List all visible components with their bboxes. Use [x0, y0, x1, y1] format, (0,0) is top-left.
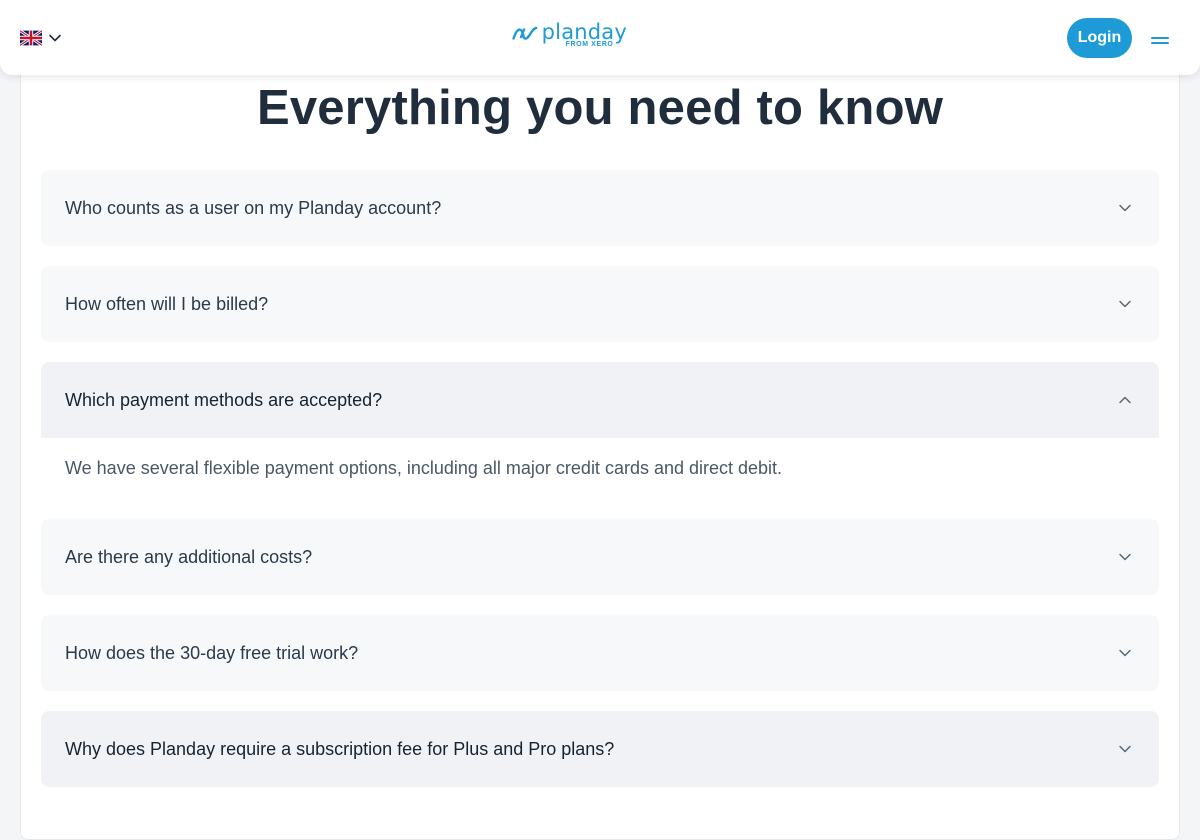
faq-item-subscription-fee[interactable]: Why does Planday require a subscription …: [41, 711, 1159, 787]
planday-logo[interactable]: planday FROM XERO: [512, 22, 627, 52]
faq-question: Are there any additional costs?: [65, 547, 313, 567]
logo-text: planday FROM XERO: [541, 20, 627, 49]
chevron-down-icon: [1119, 300, 1131, 308]
faq-item-users[interactable]: Who counts as a user on my Planday accou…: [41, 170, 1159, 246]
faq-item-billing[interactable]: How often will I be billed?: [41, 266, 1159, 342]
menu-button[interactable]: [1148, 30, 1172, 50]
faq-question: How often will I be billed?: [65, 294, 269, 314]
language-selector[interactable]: [20, 28, 62, 48]
faq-question: Who counts as a user on my Planday accou…: [65, 198, 442, 218]
chevron-down-icon: [1119, 204, 1131, 212]
chevron-down-icon: [1119, 649, 1131, 657]
faq-question: Why does Planday require a subscription …: [65, 739, 615, 759]
chevron-down-icon: [1119, 745, 1131, 753]
faq-question: Which payment methods are accepted?: [65, 390, 383, 410]
chevron-down-icon: [49, 34, 61, 42]
faq-item-free-trial[interactable]: How does the 30-day free trial work?: [41, 615, 1159, 691]
faq-answer: We have several flexible payment options…: [65, 458, 783, 478]
login-button[interactable]: Login: [1067, 18, 1132, 58]
hamburger-menu-icon-line: [1151, 42, 1169, 44]
faq-item-payment-methods[interactable]: Which payment methods are accepted?: [41, 362, 1159, 438]
faq-item-additional-costs[interactable]: Are there any additional costs?: [41, 519, 1159, 595]
top-navigation-bar: planday FROM XERO Login: [0, 0, 1200, 75]
chevron-down-icon: [1119, 553, 1131, 561]
planday-logo-mark-icon: [512, 26, 538, 40]
logo-subtitle: FROM XERO: [565, 41, 614, 48]
section-heading: Everything you need to know: [256, 81, 944, 135]
uk-flag-icon: [20, 30, 42, 46]
chevron-up-icon: [1119, 396, 1131, 404]
hamburger-menu-icon: [1151, 37, 1169, 39]
logo-wordmark: planday: [541, 20, 627, 44]
faq-question: How does the 30-day free trial work?: [65, 643, 359, 663]
